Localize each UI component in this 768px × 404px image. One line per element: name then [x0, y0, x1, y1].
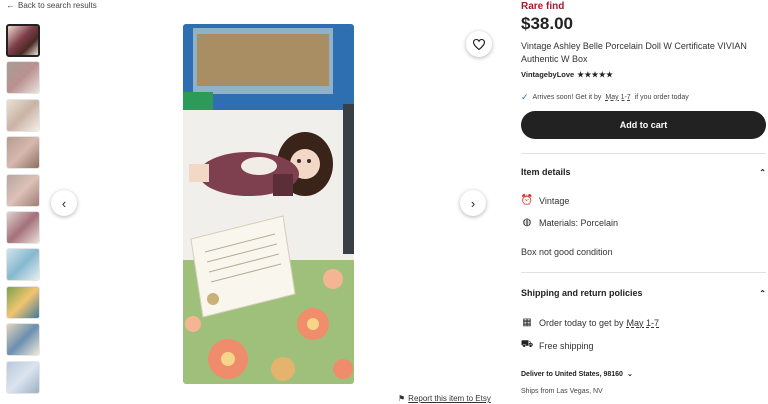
arrival-estimate: ✓ Arrives soon! Get it by May 1-7 if you… — [521, 92, 689, 103]
shipping-policies-toggle[interactable]: Shipping and return policies ⌃ — [521, 288, 766, 298]
divider — [521, 153, 766, 154]
chevron-right-icon: › — [470, 195, 476, 211]
price: $38.00 — [521, 14, 573, 33]
order-dates[interactable]: May 1-7 — [627, 318, 660, 328]
free-shipping-row: ⛟ Free shipping — [521, 339, 594, 352]
materials-icon: ◍ — [522, 217, 532, 228]
add-to-cart-button[interactable]: Add to cart — [521, 111, 766, 139]
thumbnail-list — [6, 24, 41, 398]
flag-icon: ⚑ — [398, 394, 406, 403]
chevron-down-icon: ⌄ — [626, 371, 633, 378]
deliver-to-label: Deliver to United States, 98160 — [521, 370, 623, 378]
free-shipping-label: Free shipping — [539, 340, 594, 351]
order-prefix: Order today to get by — [539, 317, 624, 328]
order-by-row: ▦ Order today to get by May 1-7 — [521, 317, 659, 328]
thumbnail[interactable] — [6, 323, 40, 357]
detail-label: Materials: Porcelain — [539, 217, 619, 228]
previous-image-button[interactable]: ‹ — [51, 190, 77, 216]
arrow-left-icon: ← — [6, 0, 15, 10]
arrival-suffix: if you order today — [634, 94, 689, 101]
listing-title: Vintage Ashley Belle Porcelain Doll W Ce… — [521, 41, 747, 64]
thumbnail[interactable] — [6, 98, 40, 132]
item-details-toggle[interactable]: Item details ⌃ — [521, 167, 766, 177]
thumbnail[interactable] — [6, 136, 40, 170]
thumbnail[interactable] — [6, 285, 40, 319]
chevron-left-icon: ‹ — [61, 195, 67, 211]
item-details-heading: Item details — [521, 167, 571, 177]
heart-icon — [473, 38, 485, 50]
star-rating[interactable]: ★★★★★ — [577, 70, 613, 79]
main-product-photo[interactable] — [183, 24, 354, 384]
thumbnail[interactable] — [6, 61, 40, 95]
thumbnail[interactable] — [6, 173, 40, 207]
divider — [521, 272, 766, 273]
back-link-label: Back to search results — [18, 0, 97, 10]
arrival-dates[interactable]: May 1-7 — [605, 94, 630, 101]
ships-from: Ships from Las Vegas, NV — [521, 388, 603, 395]
chevron-up-icon: ⌃ — [759, 288, 766, 298]
arrival-prefix: Arrives soon! Get it by — [532, 94, 602, 101]
report-label: Report this item to Etsy — [408, 394, 491, 403]
check-icon: ✓ — [521, 92, 529, 102]
shop-name-link[interactable]: VintagebyLove — [521, 70, 574, 79]
next-image-button[interactable]: › — [460, 190, 486, 216]
chevron-up-icon: ⌃ — [759, 167, 766, 177]
shop-info: VintagebyLove ★★★★★ — [521, 70, 613, 79]
thumbnail[interactable] — [6, 24, 40, 57]
image-gallery: ‹ › — [50, 22, 492, 387]
detail-row-vintage: ⏰ Vintage — [520, 195, 570, 206]
thumbnail[interactable] — [6, 210, 40, 244]
thumbnail[interactable] — [6, 248, 40, 282]
back-to-search-link[interactable]: ← Back to search results — [6, 0, 97, 10]
rare-find-badge: Rare find — [521, 1, 565, 12]
favorite-button[interactable] — [466, 31, 492, 57]
detail-row-materials: ◍ Materials: Porcelain — [521, 217, 618, 228]
thumbnail[interactable] — [6, 360, 40, 394]
deliver-to-dropdown[interactable]: Deliver to United States, 98160 ⌄ — [521, 370, 633, 379]
shipping-heading: Shipping and return policies — [521, 288, 643, 298]
vintage-icon: ⏰ — [520, 195, 534, 206]
detail-label: Vintage — [539, 195, 570, 206]
report-item-link[interactable]: ⚑ Report this item to Etsy — [398, 394, 491, 403]
calendar-icon: ▦ — [522, 317, 532, 328]
truck-icon: ⛟ — [520, 339, 534, 350]
item-description: Box not good condition — [521, 247, 613, 257]
